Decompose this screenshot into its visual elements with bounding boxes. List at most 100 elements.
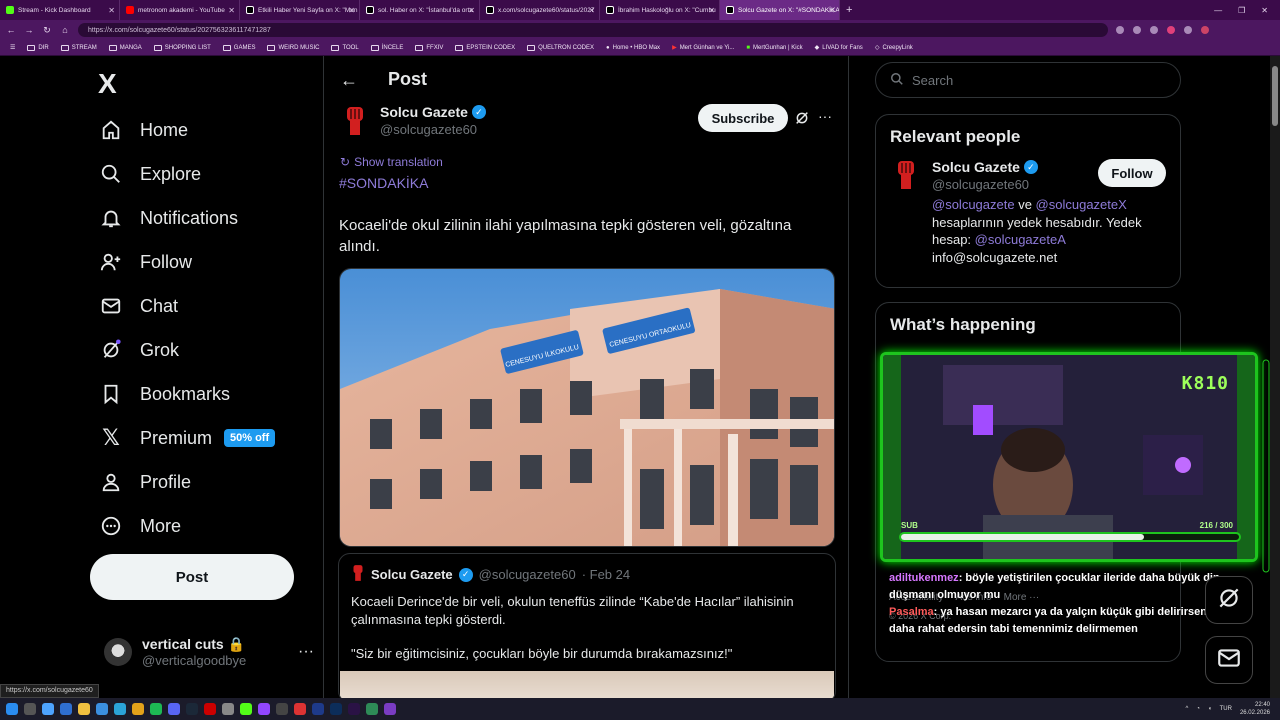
spotify-icon[interactable] bbox=[150, 703, 162, 715]
minimize-icon[interactable]: — bbox=[1214, 6, 1222, 15]
more-dots-icon[interactable]: ··· bbox=[818, 108, 832, 124]
extension-icon[interactable] bbox=[1150, 26, 1158, 34]
app-icon[interactable] bbox=[204, 703, 216, 715]
sidebar-item-profile[interactable]: Profile bbox=[100, 460, 275, 504]
app-icon[interactable] bbox=[96, 703, 108, 715]
grok-icon[interactable] bbox=[794, 110, 810, 131]
show-translation-link[interactable]: ↻ Show translation bbox=[340, 155, 443, 169]
sidebar-item-explore[interactable]: Explore bbox=[100, 152, 275, 196]
bookmark-link[interactable]: ● Home • HBO Max bbox=[600, 45, 666, 51]
tab-close-icon[interactable]: ✕ bbox=[108, 6, 115, 15]
bookmark-folder[interactable]: SHOPPING LIST bbox=[148, 44, 217, 51]
bookmark-folder[interactable]: WEIRD MUSIC bbox=[261, 44, 325, 51]
extension-icon[interactable] bbox=[1184, 26, 1192, 34]
kick-icon[interactable] bbox=[240, 703, 252, 715]
bio-mention-link[interactable]: @solcugazeteX bbox=[1036, 197, 1127, 212]
sidebar-item-home[interactable]: Home bbox=[100, 108, 275, 152]
bookmark-folder[interactable]: EPSTEIN CODEX bbox=[449, 44, 521, 51]
relevant-person[interactable]: Solcu Gazete ✓ @solcugazete60 Follow @sol… bbox=[876, 159, 1180, 266]
grok-floating-button[interactable] bbox=[1205, 576, 1253, 624]
start-icon[interactable] bbox=[6, 703, 18, 715]
solcu-gazete-avatar-icon[interactable] bbox=[340, 104, 370, 138]
back-arrow-icon[interactable]: ← bbox=[340, 70, 358, 91]
sidebar-item-bookmarks[interactable]: Bookmarks bbox=[100, 372, 275, 416]
author-handle[interactable]: @solcugazete60 bbox=[380, 122, 486, 137]
app-icon[interactable] bbox=[60, 703, 72, 715]
new-tab-icon[interactable]: + bbox=[840, 4, 858, 16]
browser-tab[interactable]: Stream - Kick Dashboard ✕ bbox=[0, 0, 120, 20]
bookmark-folder[interactable]: GAMES bbox=[217, 44, 262, 51]
bookmark-link[interactable]: ■ MertGunhan | Kick bbox=[740, 45, 808, 51]
bookmark-folder[interactable]: STREAM bbox=[55, 44, 103, 51]
extension-icon[interactable] bbox=[1116, 26, 1124, 34]
tab-close-icon[interactable]: ✕ bbox=[228, 6, 235, 15]
edge-icon[interactable] bbox=[114, 703, 126, 715]
volume-icon[interactable]: ◖ bbox=[1208, 706, 1212, 712]
reload-icon[interactable]: ↻ bbox=[42, 25, 52, 36]
file-explorer-icon[interactable] bbox=[78, 703, 90, 715]
task-view-icon[interactable] bbox=[42, 703, 54, 715]
twitch-icon[interactable] bbox=[258, 703, 270, 715]
network-icon[interactable]: ◔ bbox=[1196, 706, 1200, 712]
bookmark-link[interactable]: ◇ CreepyLink bbox=[869, 44, 919, 52]
bookmark-folder[interactable]: FFXIV bbox=[409, 44, 449, 51]
browser-tab[interactable]: Etkili Haber Yeni Sayfa on X: "Mun ✕ bbox=[240, 0, 360, 20]
bio-mention-link[interactable]: @solcugazeteA bbox=[975, 232, 1066, 247]
forward-icon[interactable]: → bbox=[24, 25, 34, 35]
discord-icon[interactable] bbox=[168, 703, 180, 715]
follow-button[interactable]: Follow bbox=[1098, 159, 1166, 187]
home-icon[interactable]: ⌂ bbox=[60, 25, 70, 35]
browser-tab[interactable]: x.com/solcugazete60/status/2027 ✕ bbox=[480, 0, 600, 20]
app-icon[interactable] bbox=[366, 703, 378, 715]
subscribe-button[interactable]: Subscribe bbox=[698, 104, 788, 132]
after-effects-icon[interactable] bbox=[312, 703, 324, 715]
clock[interactable]: 22:40 26.02.2026 bbox=[1240, 701, 1270, 717]
chrome-icon[interactable] bbox=[132, 703, 144, 715]
sidebar-item-chat[interactable]: Chat bbox=[100, 284, 275, 328]
messages-floating-button[interactable] bbox=[1205, 636, 1253, 684]
maximize-icon[interactable]: ❐ bbox=[1238, 6, 1245, 15]
bookmark-folder[interactable]: İNCELE bbox=[365, 44, 410, 51]
tray-chevron-icon[interactable]: ^ bbox=[1186, 706, 1189, 712]
author-name[interactable]: Solcu Gazete ✓ bbox=[380, 104, 486, 120]
sidebar-item-follow[interactable]: Follow bbox=[100, 240, 275, 284]
app-icon[interactable] bbox=[384, 703, 396, 715]
page-scrollbar[interactable] bbox=[1270, 56, 1280, 698]
steam-icon[interactable] bbox=[186, 703, 198, 715]
more-dots-icon[interactable]: ··· bbox=[298, 643, 314, 661]
post-button[interactable]: Post bbox=[90, 554, 294, 600]
x-logo[interactable]: X bbox=[98, 68, 117, 100]
browser-tab[interactable]: İbrahim Haskoloğlu on X: "Cumhu ✕ bbox=[600, 0, 720, 20]
profile-avatar-icon[interactable] bbox=[1201, 26, 1209, 34]
app-icon[interactable] bbox=[222, 703, 234, 715]
app-icon[interactable] bbox=[294, 703, 306, 715]
tab-close-icon[interactable]: ✕ bbox=[588, 6, 595, 15]
bookmark-folder[interactable]: TOOL bbox=[325, 44, 364, 51]
app-icon[interactable] bbox=[276, 703, 288, 715]
extension-icon[interactable] bbox=[1133, 26, 1141, 34]
hashtag-link[interactable]: #SONDAKİKA bbox=[339, 175, 428, 191]
bookmark-folder[interactable]: QUELTRON CODEX bbox=[521, 44, 600, 51]
search-input[interactable]: Search bbox=[875, 62, 1181, 98]
bookmark-folder[interactable]: DIR bbox=[21, 44, 54, 51]
search-icon[interactable] bbox=[24, 703, 36, 715]
input-language[interactable]: TUR bbox=[1220, 706, 1232, 712]
tab-close-icon[interactable]: ✕ bbox=[468, 6, 475, 15]
quoted-post[interactable]: Solcu Gazete ✓ @solcugazete60 · Feb 24 K… bbox=[338, 553, 836, 703]
photoshop-icon[interactable] bbox=[330, 703, 342, 715]
sidebar-item-premium[interactable]: 𝕏 Premium 50% off bbox=[100, 416, 276, 460]
bookmark-link[interactable]: ◆ LIVAD for Fans bbox=[809, 44, 869, 52]
browser-tab[interactable]: metronom akademi - YouTube ✕ bbox=[120, 0, 240, 20]
bio-mention-link[interactable]: @solcugazete bbox=[932, 197, 1015, 212]
tab-close-icon[interactable]: ✕ bbox=[708, 6, 715, 15]
sidebar-item-more[interactable]: More bbox=[100, 504, 275, 548]
sidebar-item-notifications[interactable]: Notifications bbox=[100, 196, 275, 240]
premiere-icon[interactable] bbox=[348, 703, 360, 715]
bookmark-link[interactable]: ▶ Mert Günhan ve Yi... bbox=[666, 44, 740, 52]
browser-tab-active[interactable]: Solcu Gazete on X: "#SONDAKİKA ✕ bbox=[720, 0, 840, 20]
sidebar-item-grok[interactable]: Grok bbox=[100, 328, 275, 372]
account-switcher[interactable]: vertical cuts 🔒 @verticalgoodbye ··· bbox=[104, 636, 314, 668]
scrollbar-thumb[interactable] bbox=[1272, 66, 1278, 126]
browser-tab[interactable]: sol. Haber on X: "İstanbul'da orta ✕ bbox=[360, 0, 480, 20]
extension-icon[interactable] bbox=[1167, 26, 1175, 34]
